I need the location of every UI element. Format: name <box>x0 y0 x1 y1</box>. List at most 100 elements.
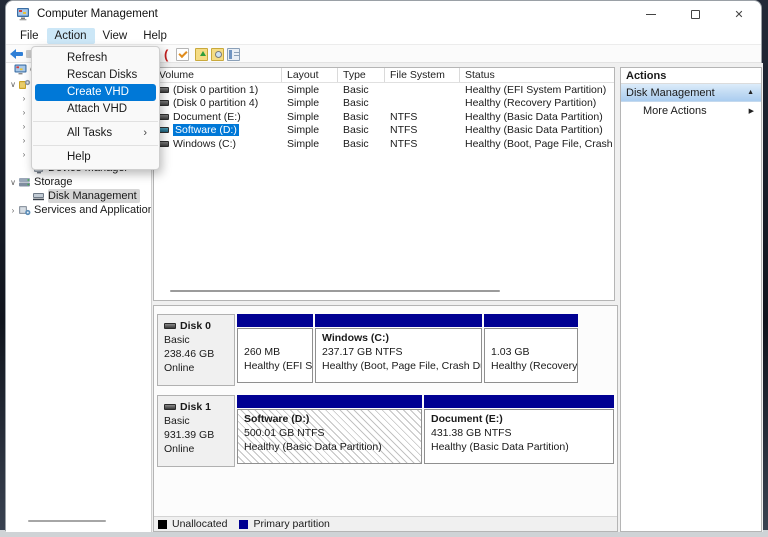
disk-icon <box>164 323 176 329</box>
volume-name: Document (E:) <box>173 110 241 123</box>
chevron-down-icon[interactable]: ∨ <box>8 80 18 89</box>
volume-status: Healthy (Recovery Partition) <box>465 97 597 110</box>
column-header-type[interactable]: Type <box>338 68 385 82</box>
disk-graphics-pane: Disk 0 Basic 238.46 GB Online 260 MB Hea… <box>153 305 618 532</box>
volume-fs: NTFS <box>390 110 418 123</box>
menu-item-rescan-disks[interactable]: Rescan Disks <box>35 67 156 84</box>
chevron-right-icon[interactable]: › <box>19 122 29 131</box>
menu-help[interactable]: Help <box>135 28 175 44</box>
chevron-right-icon[interactable]: › <box>19 108 29 117</box>
partition-size: 431.38 GB NTFS <box>431 427 512 439</box>
storage-icon <box>19 178 30 187</box>
volume-name: Windows (C:) <box>173 137 237 150</box>
partition-title <box>491 331 577 345</box>
volume-status: Healthy (Basic Data Partition) <box>465 110 603 123</box>
unallocated-swatch <box>158 519 167 529</box>
column-header-layout[interactable]: Layout <box>282 68 338 82</box>
console-tree-icon[interactable] <box>227 48 240 61</box>
menu-item-help[interactable]: Help <box>35 149 156 166</box>
volume-row[interactable]: Windows (C:) Simple Basic NTFS Healthy (… <box>154 137 614 151</box>
disk-name: Disk 0 <box>180 320 211 332</box>
services-icon <box>19 206 31 216</box>
volume-type: Basic <box>343 124 369 137</box>
more-actions-label: More Actions <box>643 104 707 117</box>
volume-layout: Simple <box>287 97 320 110</box>
volume-layout: Simple <box>287 110 320 123</box>
window-title: Computer Management <box>37 8 158 20</box>
system-tools-icon <box>19 79 31 89</box>
menu-item-create-vhd[interactable]: Create VHD <box>35 84 156 101</box>
tree-item-label: Storage <box>34 176 73 188</box>
volume-row[interactable]: (Disk 0 partition 1) Simple Basic Health… <box>154 83 614 97</box>
column-header-status[interactable]: Status <box>460 68 614 82</box>
properties-icon[interactable] <box>176 48 189 61</box>
menu-item-attach-vhd[interactable]: Attach VHD <box>35 101 156 118</box>
back-icon[interactable] <box>10 48 24 60</box>
tree-item-label: Services and Applications <box>34 204 152 216</box>
volume-type: Basic <box>343 83 369 96</box>
disk-name: Disk 1 <box>180 401 211 413</box>
partition-software-d-selected[interactable]: Software (D:) 500.01 GB NTFS Healthy (Ba… <box>237 395 422 464</box>
help-partial-icon[interactable]: ( <box>164 47 168 62</box>
actions-disk-management-section[interactable]: Disk Management ▲ <box>621 84 761 102</box>
partition-status: Healthy (Basic Data Partition) <box>244 441 382 453</box>
minimize-icon <box>646 13 656 15</box>
volume-name: (Disk 0 partition 4) <box>173 97 259 110</box>
partition-status: Healthy (Recovery P <box>491 360 578 372</box>
chevron-right-icon[interactable]: › <box>19 94 29 103</box>
volume-fs: NTFS <box>390 124 418 137</box>
menu-file[interactable]: File <box>12 28 47 44</box>
partition-windows-c[interactable]: Windows (C:) 237.17 GB NTFS Healthy (Boo… <box>315 314 482 383</box>
partition-document-e[interactable]: Document (E:) 431.38 GB NTFS Healthy (Ba… <box>424 395 614 464</box>
collapse-icon[interactable]: ▲ <box>747 89 754 96</box>
tree-item-disk-management[interactable]: Disk Management <box>6 189 151 203</box>
chevron-right-icon[interactable]: › <box>19 150 29 159</box>
volume-layout: Simple <box>287 137 320 150</box>
disk-0-row: Disk 0 Basic 238.46 GB Online 260 MB Hea… <box>154 314 617 388</box>
volume-row-selected[interactable]: Software (D:) Simple Basic NTFS Healthy … <box>154 124 614 138</box>
chevron-right-icon[interactable]: › <box>19 136 29 145</box>
volume-status: Healthy (EFI System Partition) <box>465 83 607 96</box>
submenu-arrow-icon: › <box>143 127 147 139</box>
chevron-down-icon[interactable]: ∨ <box>8 178 18 187</box>
volume-horizontal-scrollbar[interactable] <box>170 290 500 292</box>
more-actions-arrow-icon: ▶ <box>748 107 754 115</box>
partition-legend: Unallocated Primary partition <box>154 516 617 531</box>
up-one-level-icon[interactable] <box>195 48 208 61</box>
maximize-button[interactable] <box>673 1 717 27</box>
volume-row[interactable]: Document (E:) Simple Basic NTFS Healthy … <box>154 110 614 124</box>
disk-0-label[interactable]: Disk 0 Basic 238.46 GB Online <box>157 314 235 386</box>
tree-item-services-and-applications[interactable]: › Services and Applications <box>6 203 151 217</box>
browse-folder-icon[interactable] <box>211 48 224 61</box>
partition-size: 500.01 GB NTFS <box>244 427 325 439</box>
partition-color-bar <box>484 314 578 327</box>
menu-item-refresh[interactable]: Refresh <box>35 50 156 67</box>
chevron-right-icon[interactable]: › <box>8 206 18 215</box>
minimize-button[interactable] <box>629 1 673 27</box>
partition-efi[interactable]: 260 MB Healthy (EFI Sys <box>237 314 313 383</box>
title-bar: Computer Management ✕ <box>6 1 761 27</box>
computer-management-app-icon <box>17 8 29 21</box>
volume-fs: NTFS <box>390 137 418 150</box>
volume-list-header: Volume Layout Type File System Status <box>154 68 614 83</box>
menu-action[interactable]: Action <box>46 27 95 44</box>
column-header-volume[interactable]: Volume <box>154 68 282 82</box>
tree-horizontal-scrollbar[interactable] <box>28 520 106 522</box>
menu-view[interactable]: View <box>95 28 136 44</box>
actions-pane: Actions Disk Management ▲ More Actions ▶ <box>620 67 762 532</box>
disk-1-label[interactable]: Disk 1 Basic 931.39 GB Online <box>157 395 235 467</box>
partition-recovery[interactable]: 1.03 GB Healthy (Recovery P <box>484 314 578 383</box>
volume-row[interactable]: (Disk 0 partition 4) Simple Basic Health… <box>154 97 614 111</box>
more-actions-item[interactable]: More Actions ▶ <box>621 102 761 119</box>
partition-title: Document (E:) <box>431 413 503 425</box>
volume-layout: Simple <box>287 124 320 137</box>
tree-item-storage[interactable]: ∨ Storage <box>6 175 151 189</box>
close-button[interactable]: ✕ <box>717 1 761 27</box>
close-icon: ✕ <box>734 8 744 21</box>
menu-item-all-tasks[interactable]: All Tasks › <box>35 125 156 142</box>
menu-separator <box>33 121 158 122</box>
partition-color-bar <box>315 314 482 327</box>
column-header-file-system[interactable]: File System <box>385 68 460 82</box>
legend-label: Unallocated <box>172 518 228 530</box>
partition-color-bar <box>237 314 313 327</box>
